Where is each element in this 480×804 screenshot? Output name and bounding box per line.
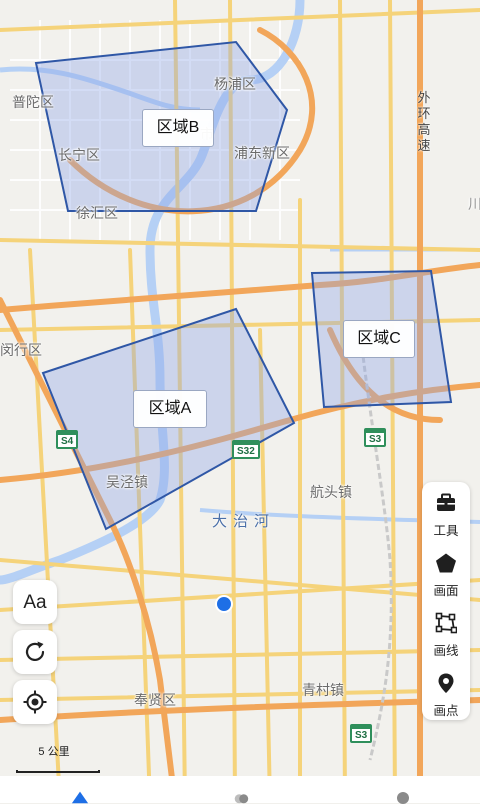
draw-polygon-button[interactable]: 画面 [422,546,470,604]
region-c-label[interactable]: 区域C [343,320,415,358]
place-label-xuhui: 徐汇区 [76,205,118,221]
refresh-button[interactable] [13,630,57,674]
place-label-hangtou: 航头镇 [310,484,352,500]
region-b-label[interactable]: 区域B [142,109,214,147]
home-icon[interactable] [71,790,89,804]
place-label-qingcun: 青村镇 [302,682,344,698]
toolbox-icon [437,493,455,511]
place-label-pudong: 浦东新区 [234,145,290,161]
refresh-icon [25,641,45,661]
draw-line-label: 画线 [433,644,459,658]
drawing-tools-panel: 工具 画面 画线 画点 [422,482,470,720]
edge-place-glyph: 川 [468,196,480,212]
scale-label: 5 公里 [38,746,70,758]
pin-icon [438,673,454,693]
place-label-changning: 长宁区 [58,147,100,163]
toolbox-label: 工具 [433,524,459,538]
draw-line-button[interactable]: 画线 [422,606,470,664]
toolbox-button[interactable]: 工具 [422,486,470,544]
map-canvas[interactable] [0,0,480,803]
locate-button[interactable] [13,680,57,724]
road-label-outer-ring: 外环高速 [417,90,431,153]
road-shield-s4: S4 [56,430,79,449]
place-label-putuo: 普陀区 [12,94,54,110]
place-label-wujing: 吴泾镇 [106,474,148,490]
layers-icon[interactable] [232,790,250,804]
font-size-label: Aa [23,592,47,613]
locate-icon [23,690,47,714]
draw-polygon-label: 画面 [433,584,459,598]
place-label-minhang: 闵行区 [0,342,42,358]
place-label-fengxian: 奉贤区 [134,692,176,708]
profile-icon[interactable] [394,790,412,804]
draw-point-button[interactable]: 画点 [422,666,470,724]
road-shield-s32: S32 [232,440,260,459]
scale-bar [16,770,100,773]
river-label-dazhi: 大治河 [212,513,276,530]
font-size-button[interactable]: Aa [13,580,57,624]
current-location-dot [215,595,233,613]
place-label-yangpu: 杨浦区 [214,76,256,92]
pentagon-icon [436,553,456,573]
road-shield-s3-south: S3 [350,724,373,743]
draw-point-label: 画点 [433,704,459,718]
bottom-navigation [0,776,480,804]
polyline-icon [435,612,457,634]
region-a-label[interactable]: 区域A [133,390,207,428]
road-shield-s3: S3 [364,428,387,447]
